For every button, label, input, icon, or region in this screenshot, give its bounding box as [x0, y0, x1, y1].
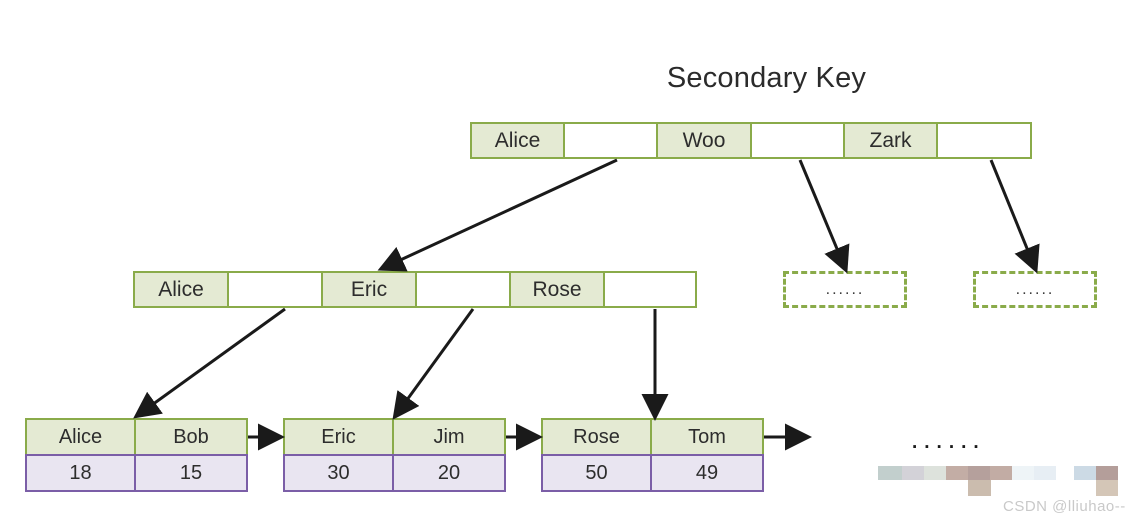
- placeholder-box-0: ......: [783, 271, 907, 308]
- leaf-node-1-value-1[interactable]: 20: [394, 456, 504, 490]
- internal-cell-key-0[interactable]: Alice: [135, 273, 229, 306]
- arrow-internal-to-leaf-1: [392, 308, 475, 420]
- pixel-cell: [1012, 466, 1034, 480]
- leaf-node-2-value-0[interactable]: 50: [543, 456, 652, 490]
- pixel-cell: [1096, 480, 1118, 496]
- watermark-text: CSDN @lliuhao--: [1003, 498, 1126, 515]
- leaf-node-0-name-0[interactable]: Alice: [27, 420, 136, 454]
- pixel-cell: [924, 466, 946, 480]
- root-cell-key-0[interactable]: Alice: [472, 124, 565, 157]
- internal-cell-pointer-2[interactable]: [605, 273, 695, 306]
- pixel-cell: [1074, 466, 1096, 480]
- leaf-node-0-value-row: 18 15: [25, 454, 248, 492]
- leaf-node-1-value-0[interactable]: 30: [285, 456, 394, 490]
- leaf-node-2: Rose Tom 50 49: [541, 418, 764, 492]
- leaf-node-0-value-0[interactable]: 18: [27, 456, 136, 490]
- pixel-cell: [902, 466, 924, 480]
- leaf-node-1: Eric Jim 30 20: [283, 418, 506, 492]
- root-cell-key-2[interactable]: Zark: [845, 124, 938, 157]
- leaf-node-1-value-row: 30 20: [283, 454, 506, 492]
- diagram-canvas: Secondary Key Alice Woo Zark Alice Eric …: [0, 0, 1133, 521]
- internal-index-node: Alice Eric Rose: [133, 271, 697, 308]
- root-cell-pointer-0[interactable]: [565, 124, 658, 157]
- leaf-node-2-name-0[interactable]: Rose: [543, 420, 652, 454]
- internal-cell-pointer-1[interactable]: [417, 273, 511, 306]
- pixel-cell: [990, 466, 1012, 480]
- pixel-cell: [968, 466, 990, 480]
- arrow-root-to-placeholder-1: [989, 159, 1040, 274]
- pixel-cell: [1034, 466, 1056, 480]
- leaf-node-2-value-row: 50 49: [541, 454, 764, 492]
- placeholder-box-1: ......: [973, 271, 1097, 308]
- root-index-node: Alice Woo Zark: [470, 122, 1032, 159]
- page-title-text: Secondary Key: [666, 62, 867, 94]
- leaf-node-0-value-1[interactable]: 15: [136, 456, 246, 490]
- pixel-cell: [878, 466, 902, 480]
- pixel-cell: [968, 480, 991, 496]
- leaf-node-0-name-1[interactable]: Bob: [136, 420, 246, 454]
- leaf-node-1-name-0[interactable]: Eric: [285, 420, 394, 454]
- leaf-node-2-name-1[interactable]: Tom: [652, 420, 762, 454]
- internal-cell-key-1[interactable]: Eric: [323, 273, 417, 306]
- internal-cell-key-2[interactable]: Rose: [511, 273, 605, 306]
- page-title: Secondary Key: [0, 62, 1133, 95]
- leaf-node-1-name-1[interactable]: Jim: [394, 420, 504, 454]
- internal-cell-pointer-0[interactable]: [229, 273, 323, 306]
- arrow-root-to-internal: [377, 158, 618, 272]
- leaf-node-2-name-row: Rose Tom: [541, 418, 764, 454]
- leaf-node-1-name-row: Eric Jim: [283, 418, 506, 454]
- arrow-root-to-placeholder-0: [798, 159, 850, 274]
- root-cell-key-1[interactable]: Woo: [658, 124, 752, 157]
- trailing-ellipsis: ......: [912, 432, 986, 453]
- leaf-node-0-name-row: Alice Bob: [25, 418, 248, 454]
- leaf-node-2-value-1[interactable]: 49: [652, 456, 762, 490]
- root-cell-pointer-2[interactable]: [938, 124, 1030, 157]
- pixel-cell: [946, 466, 968, 480]
- leaf-node-0: Alice Bob 18 15: [25, 418, 248, 492]
- arrow-internal-to-leaf-0: [133, 307, 286, 419]
- pixel-cell: [1096, 466, 1118, 480]
- root-cell-pointer-1[interactable]: [752, 124, 845, 157]
